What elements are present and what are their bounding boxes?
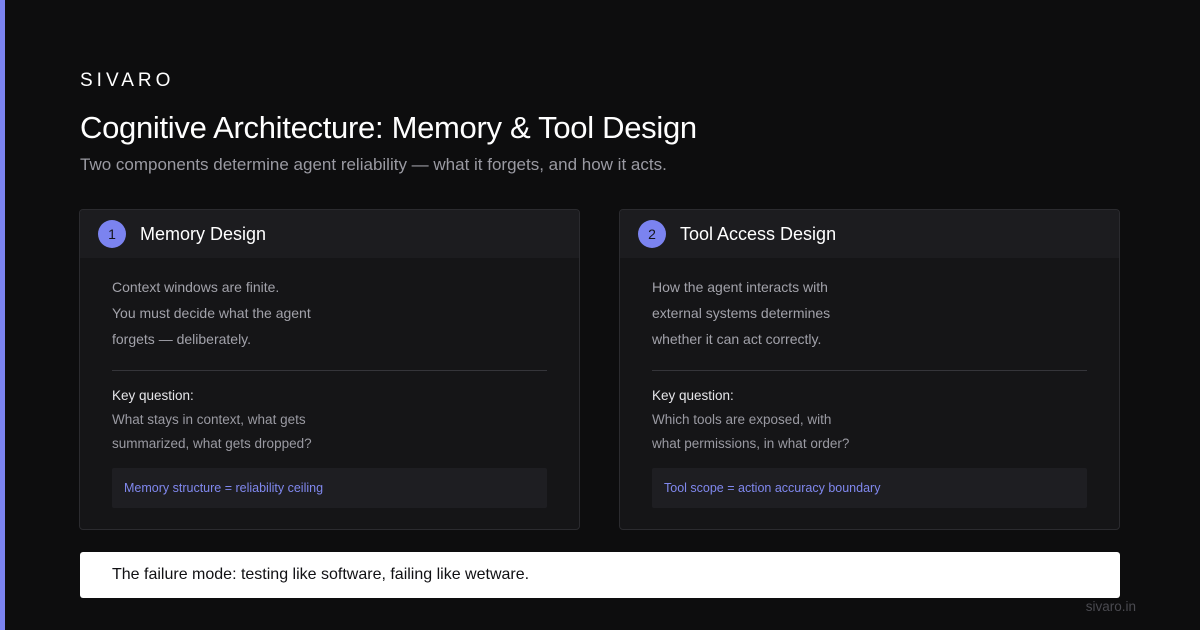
description-line: external systems determines: [652, 305, 831, 321]
tool-access-design-card: 2 Tool Access Design How the agent inter…: [619, 209, 1120, 530]
description-line: Context windows are finite.: [112, 279, 280, 295]
accent-bar: [0, 0, 5, 630]
card-description: Context windows are finite. You must dec…: [112, 274, 547, 352]
card-description: How the agent interacts with external sy…: [652, 274, 1087, 352]
key-question: What stays in context, what gets summari…: [112, 408, 547, 456]
card-body: How the agent interacts with external sy…: [620, 258, 1119, 508]
callout-box: Tool scope = action accuracy boundary: [652, 468, 1087, 508]
description-line: How the agent interacts with: [652, 279, 828, 295]
card-title: Memory Design: [140, 223, 267, 244]
number-badge: 1: [98, 220, 126, 248]
card-body: Context windows are finite. You must dec…: [80, 258, 579, 508]
memory-design-card: 1 Memory Design Context windows are fini…: [79, 209, 580, 530]
divider: [112, 370, 547, 371]
divider: [652, 370, 1087, 371]
failure-mode-banner: The failure mode: testing like software,…: [80, 552, 1120, 598]
key-question-line: Which tools are exposed, with: [652, 412, 832, 427]
key-question: Which tools are exposed, with what permi…: [652, 408, 1087, 456]
description-line: You must decide what the agent: [112, 305, 311, 321]
slide: SIVARO Cognitive Architecture: Memory & …: [0, 0, 1200, 630]
key-question-label: Key question:: [112, 388, 194, 403]
key-question-label: Key question:: [652, 388, 734, 403]
card-header: 2 Tool Access Design: [620, 210, 1119, 258]
site-url: sivaro.in: [1085, 599, 1136, 614]
description-line: whether it can act correctly.: [652, 331, 822, 347]
key-question-line: what permissions, in what order?: [652, 436, 850, 451]
callout-box: Memory structure = reliability ceiling: [112, 468, 547, 508]
key-question-line: What stays in context, what gets: [112, 412, 306, 427]
brand-logo: SIVARO: [80, 70, 175, 91]
description-line: forgets — deliberately.: [112, 331, 252, 347]
number-badge: 2: [638, 220, 666, 248]
card-header: 1 Memory Design: [80, 210, 579, 258]
key-question-line: summarized, what gets dropped?: [112, 436, 312, 451]
card-title: Tool Access Design: [680, 223, 837, 244]
page-subtitle: Two components determine agent reliabili…: [80, 155, 667, 174]
page-title: Cognitive Architecture: Memory & Tool De…: [80, 110, 697, 145]
